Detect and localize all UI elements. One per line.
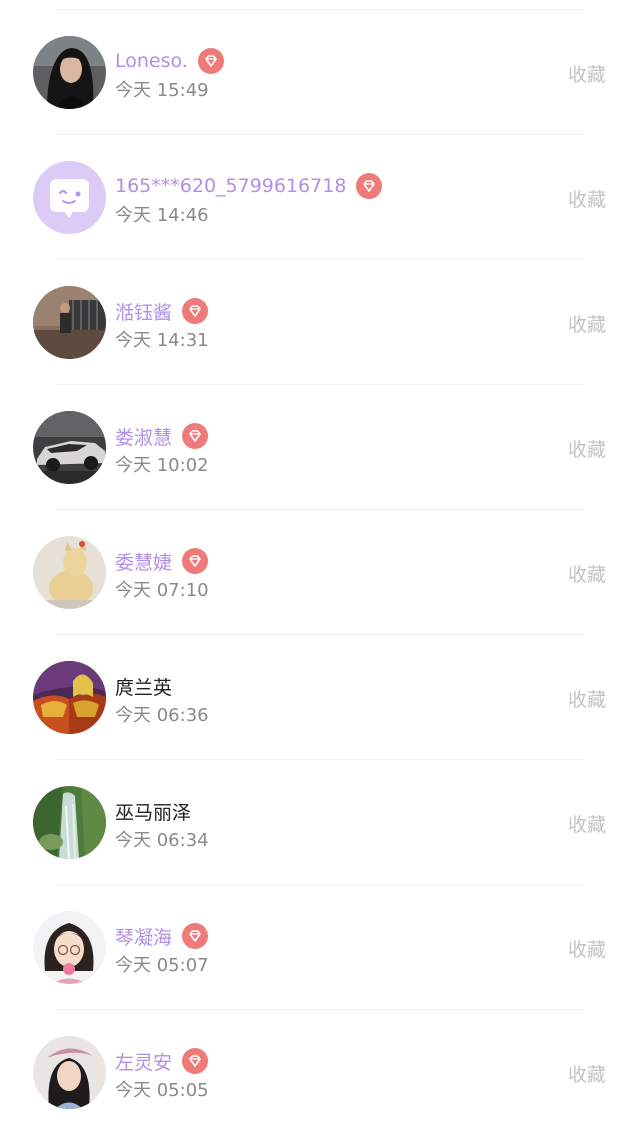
timestamp: 今天 05:05	[115, 1080, 209, 1101]
favorite-button[interactable]: 收藏	[568, 60, 606, 87]
list-item[interactable]: 165***620_5799616718 今天 14:46 收藏	[0, 135, 640, 260]
user-name[interactable]: 委慧婕	[115, 548, 172, 575]
name-line: 委慧婕	[115, 544, 209, 578]
user-name[interactable]: 娄淑慧	[115, 423, 172, 450]
avatar[interactable]	[33, 286, 106, 359]
avatar[interactable]	[33, 36, 106, 109]
timestamp: 今天 15:49	[115, 80, 209, 101]
name-line: 左灵安	[115, 1044, 209, 1078]
timestamp: 今天 06:36	[115, 705, 209, 726]
avatar[interactable]	[33, 161, 106, 234]
favorite-button[interactable]: 收藏	[568, 1060, 606, 1087]
list-item[interactable]: 娄淑慧 今天 10:02 收藏	[0, 385, 640, 510]
user-name[interactable]: 165***620_5799616718	[115, 175, 346, 197]
avatar[interactable]	[33, 911, 106, 984]
timestamp: 今天 05:07	[115, 955, 209, 976]
list-item[interactable]: 庹兰英 今天 06:36 收藏	[0, 635, 640, 760]
name-line: 巫马丽泽	[115, 794, 191, 828]
list-item[interactable]: 左灵安 今天 05:05 收藏	[0, 1010, 640, 1135]
name-line: 庹兰英	[115, 669, 172, 703]
timestamp: 今天 06:34	[115, 830, 209, 851]
name-line: 165***620_5799616718	[115, 169, 383, 203]
name-line: Loneso.	[115, 44, 224, 78]
list-item[interactable]: 琴凝海 今天 05:07 收藏	[0, 885, 640, 1010]
avatar[interactable]	[33, 786, 106, 859]
avatar[interactable]	[33, 1036, 106, 1109]
vip-diamond-icon	[197, 48, 224, 74]
user-name[interactable]: Loneso.	[115, 50, 188, 72]
name-line: 娄淑慧	[115, 419, 209, 453]
vip-diamond-icon	[182, 298, 209, 324]
timestamp: 今天 10:02	[115, 455, 209, 476]
name-line: 琴凝海	[115, 919, 209, 953]
avatar[interactable]	[33, 411, 106, 484]
favorite-button[interactable]: 收藏	[568, 185, 606, 212]
favorite-button[interactable]: 收藏	[568, 935, 606, 962]
user-name[interactable]: 琴凝海	[115, 923, 172, 950]
vip-diamond-icon	[182, 548, 209, 574]
user-name[interactable]: 湉钰酱	[115, 298, 172, 325]
user-name[interactable]: 巫马丽泽	[115, 798, 191, 825]
list-item[interactable]: 巫马丽泽 今天 06:34 收藏	[0, 760, 640, 885]
favorite-button[interactable]: 收藏	[568, 685, 606, 712]
avatar[interactable]	[33, 536, 106, 609]
vip-diamond-icon	[182, 923, 209, 949]
vip-diamond-icon	[182, 423, 209, 449]
avatar[interactable]	[33, 661, 106, 734]
user-name[interactable]: 庹兰英	[115, 673, 172, 700]
name-line: 湉钰酱	[115, 294, 209, 328]
timestamp: 今天 14:46	[115, 205, 209, 226]
vip-diamond-icon	[356, 173, 383, 199]
list-item[interactable]: 委慧婕 今天 07:10 收藏	[0, 510, 640, 635]
favorite-button[interactable]: 收藏	[568, 560, 606, 587]
favorite-button[interactable]: 收藏	[568, 435, 606, 462]
user-name[interactable]: 左灵安	[115, 1048, 172, 1075]
favorite-button[interactable]: 收藏	[568, 310, 606, 337]
timestamp: 今天 07:10	[115, 580, 209, 601]
favorite-button[interactable]: 收藏	[568, 810, 606, 837]
timestamp: 今天 14:31	[115, 330, 209, 351]
list-item[interactable]: Loneso. 今天 15:49 收藏	[0, 10, 640, 135]
list-item[interactable]: 湉钰酱 今天 14:31 收藏	[0, 260, 640, 385]
vip-diamond-icon	[182, 1048, 209, 1074]
